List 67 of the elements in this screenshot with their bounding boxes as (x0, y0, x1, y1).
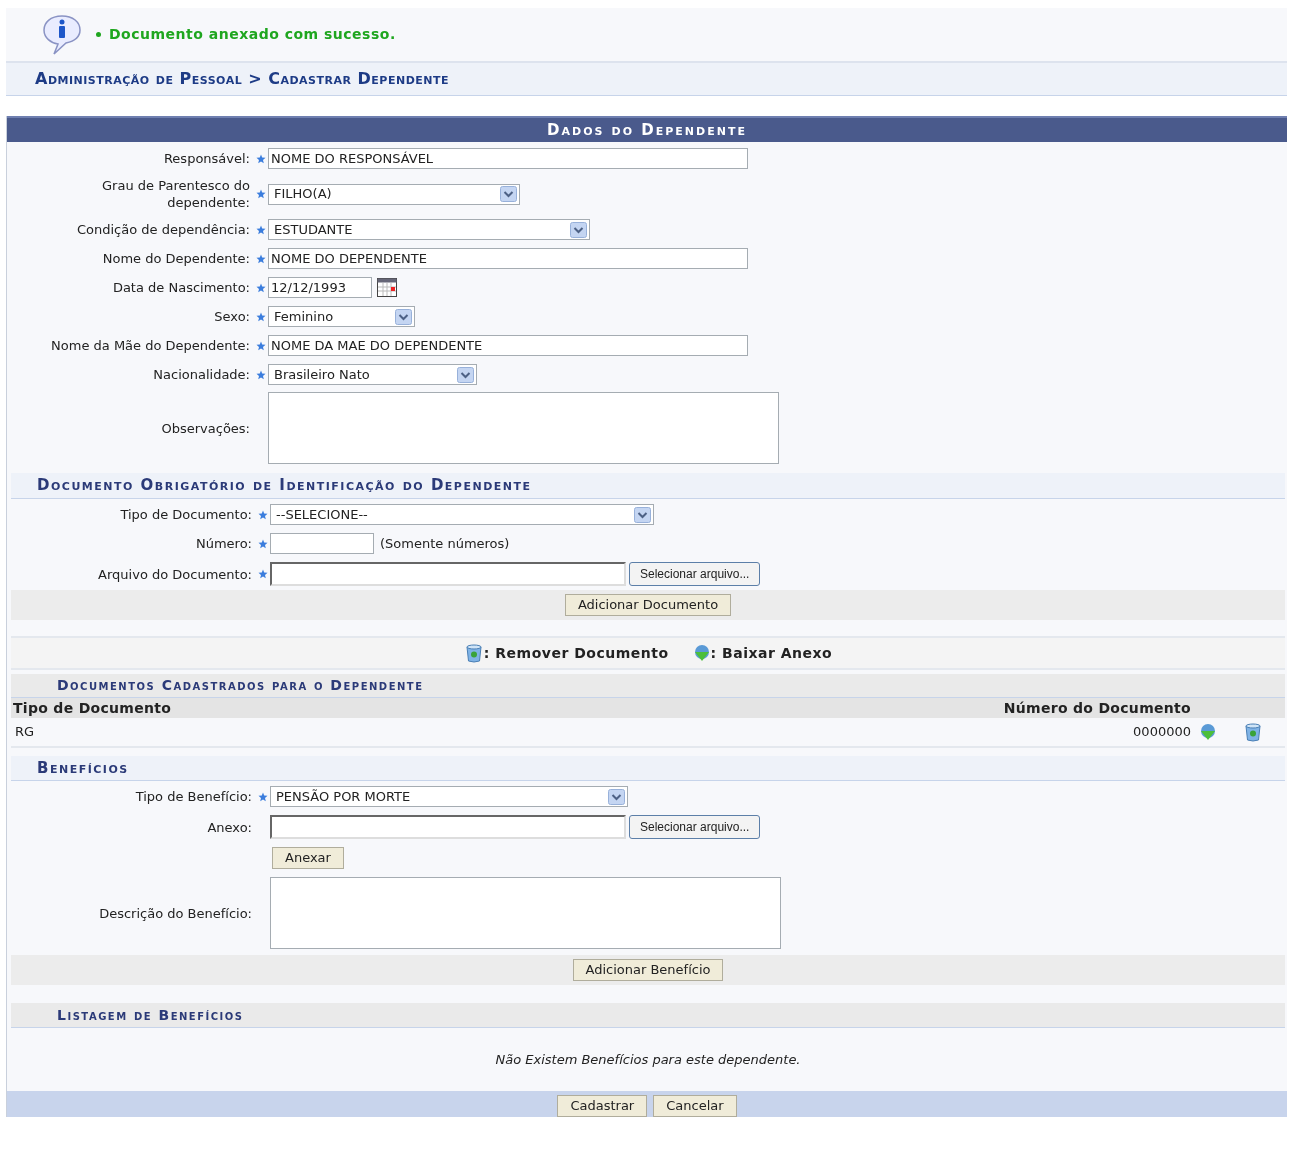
chevron-down-icon (608, 788, 625, 805)
section-heading: Benefícios (11, 756, 1285, 781)
column-header: Número do Documento (1003, 698, 1191, 718)
field-label: Responsável: (163, 150, 250, 167)
dropdown[interactable]: PENSÃO POR MORTE (270, 786, 628, 807)
download-button[interactable] (1199, 723, 1217, 741)
button[interactable]: Cadastrar (557, 1095, 648, 1117)
column-header: Tipo de Documento (13, 698, 172, 718)
field-label: Arquivo do Documento: (98, 565, 252, 583)
text-area[interactable] (270, 877, 781, 949)
section-heading: Listagem de Benefícios (11, 1003, 1285, 1028)
trash-icon (1243, 722, 1263, 742)
text-field[interactable] (270, 533, 374, 554)
section-header: Dados do Dependente (7, 116, 1287, 142)
field-label: Observações: (161, 419, 250, 437)
text-field[interactable]: NOME DO RESPONSÁVEL (268, 148, 748, 169)
field-label: Sexo: (214, 308, 250, 325)
chevron-down-icon (457, 366, 474, 383)
file-select-button[interactable]: Selecionar arquivo... (629, 562, 761, 586)
section-heading: Documentos Cadastrados para o Dependente (11, 674, 1285, 698)
file-path-field[interactable] (270, 815, 626, 839)
calendar-icon (377, 278, 397, 297)
info-icon (40, 12, 84, 57)
remove-button[interactable] (1243, 722, 1263, 742)
trash-icon (463, 643, 484, 663)
dropdown[interactable]: FILHO(A) (268, 183, 520, 205)
chevron-down-icon (570, 221, 587, 238)
chevron-down-icon (634, 506, 651, 523)
field-label: Tipo de Documento: (120, 506, 252, 523)
date-field[interactable]: 12/12/1993 (268, 277, 372, 298)
field-label: Nome do Dependente: (102, 250, 250, 267)
hint-text: (Somente números) (380, 534, 510, 553)
file-path-field[interactable] (270, 562, 626, 586)
field-label: Data de Nascimento: (112, 279, 250, 296)
empty-message: Não Existem Benefícios para este dependente. (495, 1050, 801, 1069)
field-label: Número: (195, 535, 252, 552)
chevron-down-icon (395, 308, 412, 325)
field-label: Anexo: (207, 818, 252, 836)
field-label: Grau de Parentesco do dependente: (101, 177, 250, 211)
file-select-button[interactable]: Selecionar arquivo... (629, 815, 761, 839)
legend-label: : Remover Documento (483, 643, 669, 663)
dropdown[interactable]: --SELECIONE-- (270, 504, 654, 525)
text-field[interactable]: NOME DA MAE DO DEPENDENTE (268, 335, 748, 356)
dropdown[interactable]: Feminino (268, 306, 415, 327)
button[interactable]: Adicionar Benefício (572, 959, 724, 981)
field-label: Condição de dependência: (76, 221, 250, 238)
field-label: Descrição do Benefício: (99, 904, 252, 922)
download-icon (692, 644, 711, 662)
button[interactable]: Adicionar Documento (564, 594, 732, 616)
field-label: Nacionalidade: (153, 366, 250, 383)
legend-label: : Baixar Anexo (710, 643, 833, 663)
download-icon (1199, 723, 1217, 741)
chevron-down-icon (500, 186, 517, 202)
button[interactable]: Anexar (272, 847, 344, 869)
table-cell-text: 0000000 (1133, 723, 1191, 742)
dropdown[interactable]: ESTUDANTE (268, 219, 590, 240)
text-field[interactable]: NOME DO DEPENDENTE (268, 248, 748, 269)
button[interactable]: Cancelar (653, 1095, 737, 1117)
section-heading: Documento Obrigatório de Identificação do Dependente (11, 473, 1285, 499)
bullet-icon (96, 32, 101, 37)
field-label: Nome da Mãe do Dependente: (51, 337, 250, 354)
dropdown[interactable]: Brasileiro Nato (268, 364, 477, 385)
text-area[interactable] (268, 392, 779, 464)
field-label: Tipo de Benefício: (135, 788, 252, 805)
table-cell-text: RG (15, 723, 35, 742)
breadcrumb: Administração de Pessoal > Cadastrar Dependente (35, 68, 449, 90)
success-message: Documento anexado com sucesso. (109, 25, 396, 44)
